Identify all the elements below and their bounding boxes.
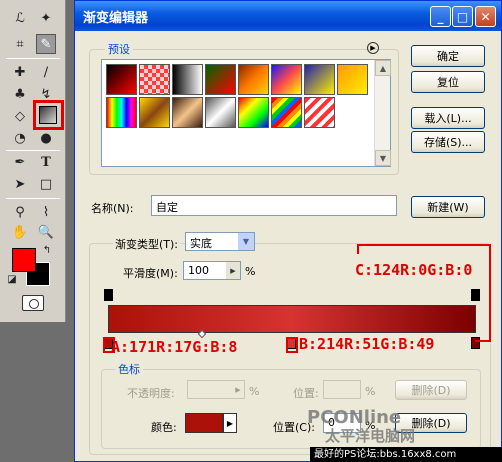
title-bar: 渐变编辑器 _ □ ✕ <box>75 1 501 31</box>
preset-swatch[interactable] <box>139 97 170 128</box>
foreground-color-swatch[interactable] <box>12 248 36 272</box>
type-icon[interactable]: T <box>36 152 56 172</box>
dialog-title: 渐变编辑器 <box>83 10 149 26</box>
close-icon[interactable]: ✕ <box>475 6 496 27</box>
eyedropper2-icon[interactable]: ⌇ <box>36 202 56 222</box>
reset-button[interactable]: 复位 <box>411 71 485 93</box>
preset-swatch[interactable] <box>205 97 236 128</box>
gradient-type-select[interactable]: 实底 ▼ <box>185 232 255 251</box>
annotation-stop-a: A:171R:17G:B:8 <box>111 338 238 356</box>
gradient-type-label: 渐变类型(T): <box>113 236 181 252</box>
pen-icon[interactable]: ✒ <box>10 152 30 172</box>
preset-swatch[interactable] <box>238 97 269 128</box>
quick-mask-icon[interactable] <box>22 295 44 311</box>
footer-banner: 最好的PS论坛:bbs.16xx8.com <box>310 447 502 462</box>
preset-swatch[interactable] <box>337 64 368 95</box>
delete-opacity-stop-button: 删除(D) <box>395 380 467 400</box>
preset-swatch-area: ▲ ▼ <box>101 59 391 167</box>
preset-swatch[interactable] <box>271 97 302 128</box>
preset-swatch[interactable] <box>205 64 236 95</box>
minimize-icon[interactable]: _ <box>430 6 451 27</box>
preset-swatch[interactable] <box>172 97 203 128</box>
swap-colors-icon[interactable]: ↰ <box>40 244 54 258</box>
location-input-disabled <box>323 380 361 399</box>
hand-icon[interactable]: ✋ <box>10 222 30 242</box>
smoothness-value: 100 <box>188 264 209 277</box>
watermark-text: 太平洋电脑网 <box>325 427 416 445</box>
annotation-line-c-left <box>357 244 359 254</box>
smoothness-label: 平滑度(M): <box>123 267 178 280</box>
gradient-tool-highlight <box>33 100 64 130</box>
location-unit-disabled: % <box>365 385 376 398</box>
presets-label: 预设 <box>105 41 133 57</box>
load-button[interactable]: 载入(L)... <box>411 107 485 129</box>
opacity-stop-left[interactable] <box>104 289 113 301</box>
opacity-unit: % <box>249 385 260 398</box>
ok-button[interactable]: 确定 <box>411 45 485 67</box>
preset-swatch[interactable] <box>139 64 170 95</box>
opacity-input: ▶ <box>187 380 245 399</box>
preset-swatch[interactable] <box>304 97 335 128</box>
color-stop-c[interactable] <box>471 337 480 349</box>
scroll-up-icon[interactable]: ▲ <box>375 60 391 76</box>
name-label: 名称(N): <box>91 202 134 215</box>
new-button[interactable]: 新建(W) <box>411 196 485 218</box>
eraser-icon[interactable]: ◇ <box>10 106 30 126</box>
annotation-line-c-right <box>489 244 491 342</box>
preset-swatch[interactable] <box>304 64 335 95</box>
magic-wand-icon[interactable]: ✦ <box>36 8 56 28</box>
healing-brush-icon[interactable]: ✚ <box>10 62 30 82</box>
location-label-disabled: 位置: <box>293 387 319 400</box>
color-label: 颜色: <box>151 421 177 434</box>
path-select-icon[interactable]: ➤ <box>10 174 30 194</box>
opacity-stop-right[interactable] <box>471 289 480 301</box>
chevron-down-icon[interactable]: ▼ <box>238 233 254 250</box>
notes-icon[interactable]: ⚲ <box>10 202 30 222</box>
gradient-preview-bar[interactable] <box>108 305 476 333</box>
preset-swatch[interactable] <box>106 97 137 128</box>
brush-icon[interactable]: ∕ <box>36 62 56 82</box>
color-stops-label: 色标 <box>115 361 143 377</box>
gradient-editor-dialog: 渐变编辑器 _ □ ✕ 预设 ▶ ▲ ▼ 确定 复位 载入(L)... 存储(S… <box>74 0 502 462</box>
preset-swatch[interactable] <box>238 64 269 95</box>
stamp-icon[interactable]: ♣ <box>10 84 30 104</box>
toolbox: ℒ ✦ ⌗ ✎ ✚ ∕ ♣ ↯ ◇ ◔ ● ✒ T ➤ □ ⚲ ⌇ ✋ 🔍 ↰ … <box>0 0 66 462</box>
annotation-line-c-top <box>357 244 491 246</box>
stop-color-swatch[interactable] <box>185 413 223 433</box>
annotation-stop-b: B:214R:51G:B:49 <box>299 335 435 353</box>
crop-icon[interactable]: ⌗ <box>10 34 30 54</box>
eyedropper-icon[interactable]: ✎ <box>36 34 56 54</box>
default-colors-icon[interactable]: ◪ <box>6 274 18 286</box>
lasso-icon[interactable]: ℒ <box>10 8 30 28</box>
preset-swatch[interactable] <box>271 64 302 95</box>
annotation-line-c-bottom <box>475 340 491 342</box>
rectangle-icon[interactable]: □ <box>36 174 56 194</box>
annotation-box-b <box>286 337 298 353</box>
smoothness-input[interactable]: 100 ▶ <box>183 261 241 280</box>
dodge-icon[interactable]: ● <box>36 128 56 148</box>
scroll-down-icon[interactable]: ▼ <box>375 150 391 166</box>
smoothness-unit: % <box>245 265 256 278</box>
color-menu-arrow-icon[interactable]: ▶ <box>223 413 237 433</box>
presets-menu-icon[interactable]: ▶ <box>367 42 379 54</box>
preset-swatch[interactable] <box>106 64 137 95</box>
gradient-type-value: 实底 <box>190 237 212 250</box>
smoothness-arrow-icon[interactable]: ▶ <box>226 262 240 279</box>
opacity-label: 不透明度: <box>127 387 175 400</box>
annotation-stop-c: C:124R:0G:B:0 <box>355 261 473 279</box>
zoom-icon[interactable]: 🔍 <box>36 222 56 242</box>
maximize-icon[interactable]: □ <box>452 6 473 27</box>
opacity-arrow-icon: ▶ <box>235 385 241 394</box>
blur-icon[interactable]: ◔ <box>10 128 30 148</box>
save-button[interactable]: 存储(S)... <box>411 131 485 153</box>
name-input[interactable]: 自定 <box>151 195 397 216</box>
preset-swatch[interactable] <box>172 64 203 95</box>
preset-scrollbar[interactable]: ▲ ▼ <box>374 60 391 166</box>
